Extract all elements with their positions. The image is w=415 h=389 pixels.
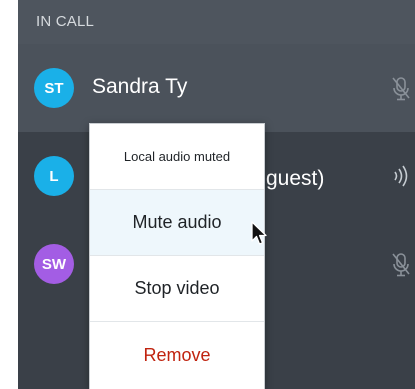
remove-menu-item[interactable]: Remove — [90, 322, 264, 388]
participant-row[interactable]: ST Sandra Ty — [18, 44, 415, 132]
stop-video-menu-item[interactable]: Stop video — [90, 256, 264, 322]
mouse-pointer-icon — [250, 221, 270, 247]
avatar: ST — [34, 68, 74, 108]
in-call-header: IN CALL — [18, 0, 415, 44]
mic-muted-icon — [390, 76, 412, 102]
menu-status-text: Local audio muted — [90, 124, 264, 190]
participant-context-menu: Local audio muted Mute audio Stop video … — [89, 123, 265, 389]
participant-name: guest) — [266, 167, 325, 190]
mute-audio-menu-item[interactable]: Mute audio — [90, 190, 264, 256]
mic-muted-icon — [390, 252, 412, 278]
participant-name: Sandra Ty — [92, 75, 188, 98]
speaking-icon — [390, 163, 412, 189]
avatar: L — [34, 156, 74, 196]
avatar: SW — [34, 244, 74, 284]
